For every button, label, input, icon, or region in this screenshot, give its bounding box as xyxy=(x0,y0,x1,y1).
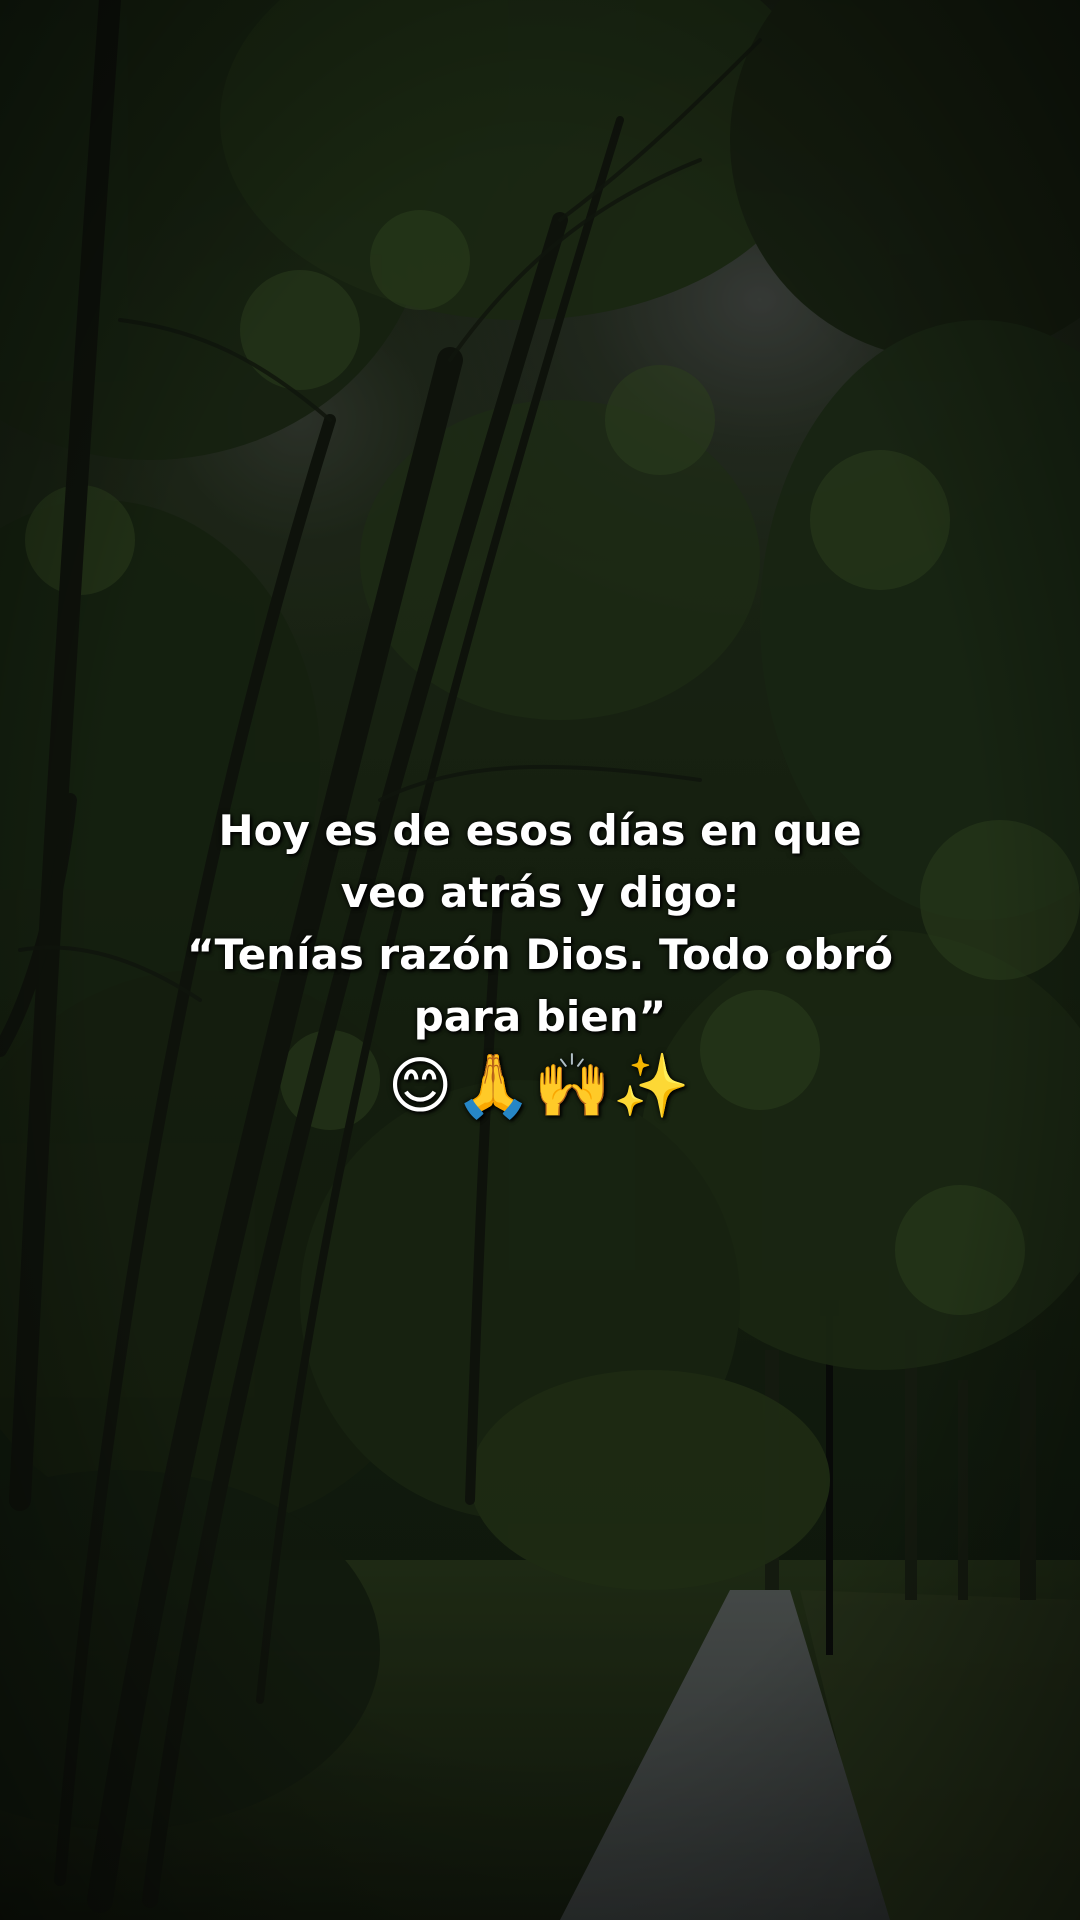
quote-line-1: Hoy es de esos días en que xyxy=(218,806,862,855)
quote-line-4: para bien” xyxy=(413,992,667,1041)
forest-background: Hoy es de esos días en que veo atrás y d… xyxy=(0,0,1080,1920)
quote-line-3: “Tenías razón Dios. Todo obró xyxy=(187,930,893,979)
emoji-row: 😊🙏🙌✨ xyxy=(387,1049,693,1122)
quote-line-2: veo atrás y digo: xyxy=(340,868,740,917)
quote-text-block: Hoy es de esos días en que veo atrás y d… xyxy=(90,800,990,1124)
